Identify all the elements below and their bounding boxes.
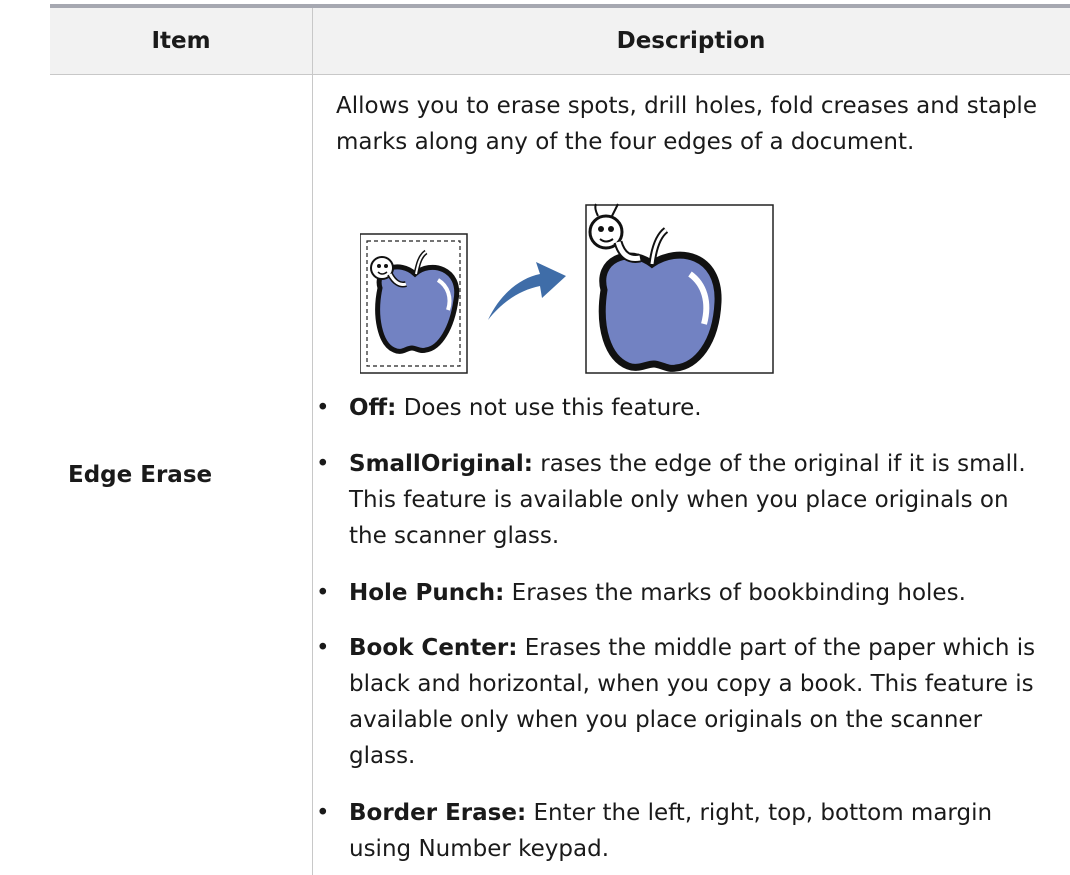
- bullet: •: [316, 800, 330, 826]
- option-label: Border Erase:: [349, 800, 527, 826]
- header-item: Item: [151, 28, 211, 54]
- option-label: Off:: [349, 395, 397, 421]
- table-header: Item Description: [50, 8, 1070, 75]
- item-name-edge-erase: Edge Erase: [68, 462, 213, 488]
- apple-worm-small-icon: [360, 233, 468, 374]
- option-label: Book Center:: [349, 635, 518, 661]
- bullet: •: [316, 580, 330, 606]
- bullet: •: [316, 451, 330, 477]
- bullet: •: [316, 635, 330, 661]
- column-divider: [312, 8, 313, 875]
- option-label: SmallOriginal:: [349, 451, 533, 477]
- bullet: •: [316, 395, 330, 421]
- option-label: Hole Punch:: [349, 580, 505, 606]
- curved-arrow-icon: [488, 262, 566, 320]
- option-text: Erases the marks of bookbinding holes.: [511, 580, 966, 606]
- edge-erase-illustration: [360, 203, 774, 374]
- option-text: Does not use this feature.: [403, 395, 702, 421]
- apple-worm-large-icon: [585, 203, 774, 374]
- header-description: Description: [616, 28, 766, 54]
- settings-table: Item Description Edge Erase Allows you t…: [50, 0, 1070, 875]
- description-intro: Allows you to erase spots, drill holes, …: [336, 88, 1060, 160]
- intro-text: Allows you to erase spots, drill holes, …: [336, 93, 1037, 155]
